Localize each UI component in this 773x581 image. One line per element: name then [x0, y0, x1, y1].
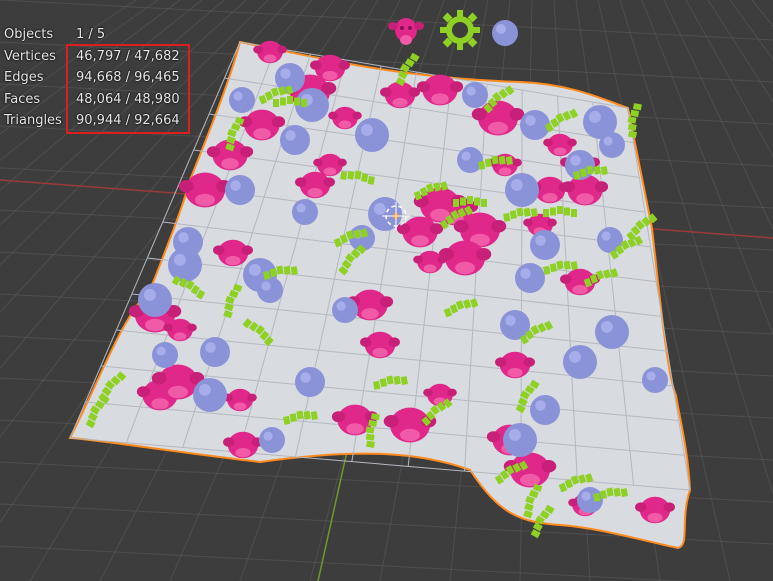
gear-icon[interactable]	[440, 10, 480, 50]
stat-label: Faces	[4, 91, 41, 107]
stat-value: 1 / 5	[76, 27, 106, 42]
stat-label: Vertices	[4, 48, 56, 64]
stat-objects: Objects 1 / 5	[4, 24, 180, 46]
monkey-icon[interactable]	[388, 10, 424, 52]
floating-objects	[388, 10, 523, 55]
sphere-icon[interactable]	[490, 18, 520, 48]
stat-label: Triangles	[4, 113, 62, 128]
stat-label: Objects	[4, 27, 54, 42]
3d-viewport[interactable]: Objects 1 / 5 Vertices 46,797 / 47,682 E…	[0, 0, 773, 581]
stats-highlight-box	[66, 44, 190, 134]
stat-label: Edges	[4, 70, 44, 85]
